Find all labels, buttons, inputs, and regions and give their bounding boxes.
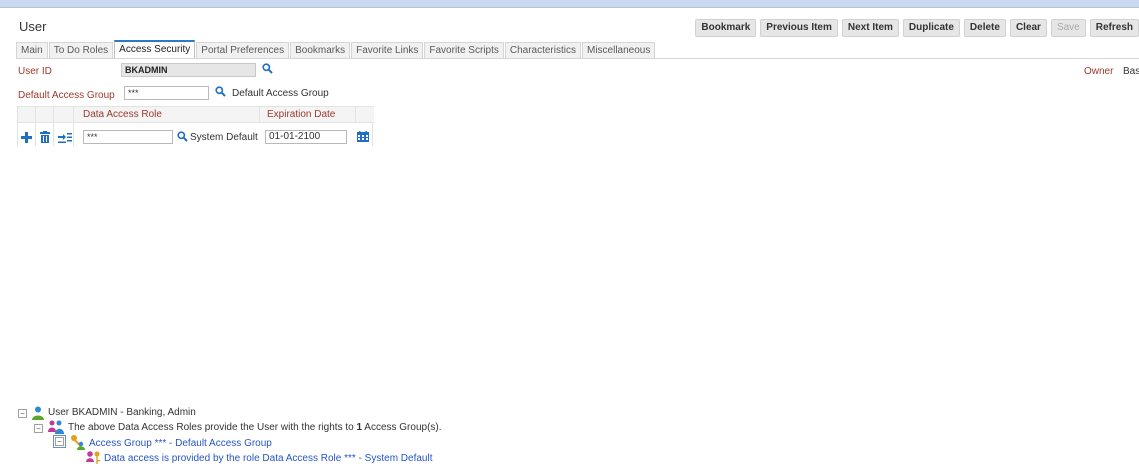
delete-row-icon[interactable] <box>40 131 50 143</box>
action-toolbar: Bookmark Previous Item Next Item Duplica… <box>695 19 1139 37</box>
page-title: User <box>19 19 47 34</box>
delete-button[interactable]: Delete <box>963 19 1006 37</box>
grid-divider <box>73 106 74 146</box>
key-group-icon <box>71 435 85 450</box>
tree-roles-line: The above Data Access Roles provide the … <box>68 422 442 433</box>
collapse-toggle[interactable]: − <box>34 424 43 433</box>
user-id-field[interactable]: BKADMIN <box>121 63 256 77</box>
owner-label: Owner <box>1084 66 1114 77</box>
search-icon[interactable] <box>177 131 188 142</box>
data-access-role-description: System Default <box>190 132 258 143</box>
tab-portal-preferences[interactable]: Portal Preferences <box>196 42 290 58</box>
tab-access-security[interactable]: Access Security <box>114 40 196 58</box>
save-button[interactable]: Save <box>1050 19 1086 37</box>
grid-header: Data Access Role Expiration Date <box>18 106 374 123</box>
tab-miscellaneous[interactable]: Miscellaneous <box>582 42 656 58</box>
tab-bookmarks[interactable]: Bookmarks <box>290 42 351 58</box>
bookmark-button[interactable]: Bookmark <box>695 19 757 37</box>
tree-user-line: User BKADMIN - Banking, Admin <box>48 407 196 418</box>
tree-provided-by-link[interactable]: Data access is provided by the role Data… <box>104 453 432 464</box>
tab-favorite-scripts[interactable]: Favorite Scripts <box>424 42 504 58</box>
column-header-expiration-date: Expiration Date <box>267 109 336 120</box>
collapse-toggle[interactable]: − <box>55 437 64 446</box>
collapse-toggle[interactable]: − <box>18 409 27 418</box>
top-banner <box>0 0 1139 8</box>
column-header-data-access-role: Data Access Role <box>83 109 162 120</box>
default-access-group-description: Default Access Group <box>232 88 329 99</box>
refresh-button[interactable]: Refresh <box>1089 19 1139 37</box>
owner-value: Bas <box>1123 66 1139 77</box>
user-icon <box>32 406 44 420</box>
tree-access-group-link[interactable]: Access Group *** - Default Access Group <box>89 438 272 449</box>
clear-button[interactable]: Clear <box>1009 19 1047 37</box>
tab-bar: Main To Do Roles Access Security Portal … <box>16 40 656 58</box>
group-icon <box>48 420 64 434</box>
grid-divider <box>355 106 356 123</box>
data-access-role-field[interactable]: *** <box>83 130 173 144</box>
default-access-group-label: Default Access Group <box>18 90 115 101</box>
grid-divider <box>259 106 260 123</box>
user-id-label: User ID <box>18 66 52 77</box>
tab-divider <box>16 58 1139 59</box>
tab-to-do-roles[interactable]: To Do Roles <box>48 42 114 58</box>
role-key-icon <box>86 451 100 464</box>
default-access-group-field[interactable]: *** <box>124 86 209 100</box>
calendar-icon[interactable] <box>357 131 369 142</box>
tab-characteristics[interactable]: Characteristics <box>504 42 581 58</box>
next-item-button[interactable]: Next Item <box>841 19 899 37</box>
search-icon[interactable] <box>215 86 226 97</box>
previous-item-button[interactable]: Previous Item <box>760 19 838 37</box>
expiration-date-field[interactable]: 01-01-2100 <box>265 130 347 144</box>
duplicate-button[interactable]: Duplicate <box>902 19 960 37</box>
insert-row-icon[interactable] <box>58 132 72 143</box>
grid-divider <box>35 106 36 146</box>
tab-main[interactable]: Main <box>16 42 48 58</box>
tab-favorite-links[interactable]: Favorite Links <box>351 42 424 58</box>
add-row-icon[interactable] <box>21 132 32 143</box>
search-icon[interactable] <box>262 63 273 74</box>
grid-divider <box>53 106 54 146</box>
